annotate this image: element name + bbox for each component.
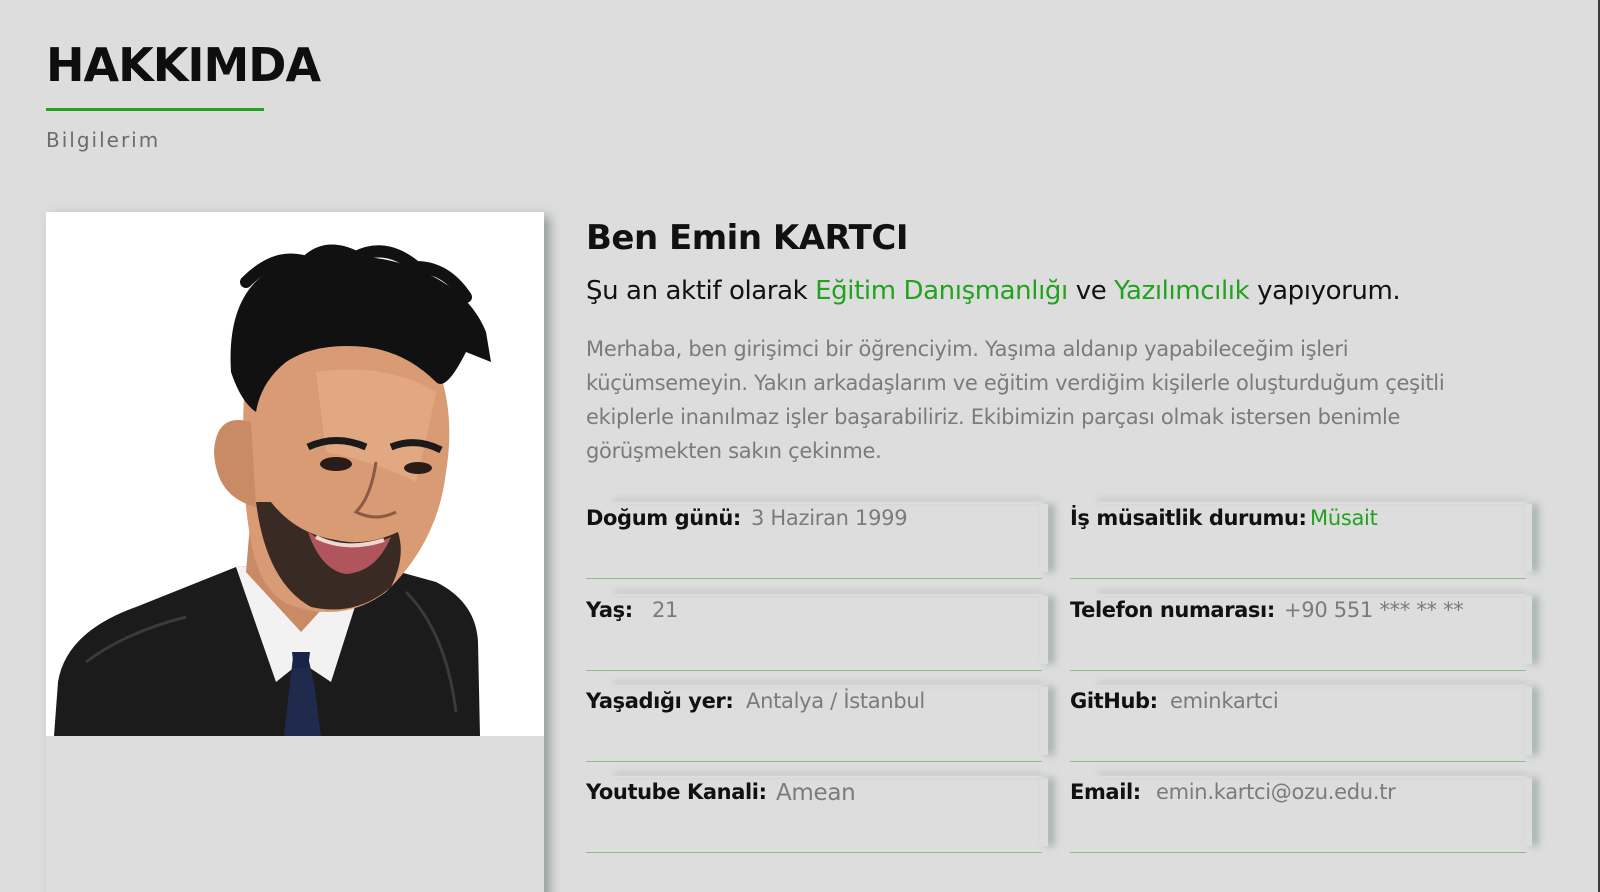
field-availability: İş müsaitlik durumu: Müsait <box>1070 502 1526 579</box>
field-phone: Telefon numarası: +90 551 *** ** ** <box>1070 594 1526 671</box>
tagline-highlight-consulting: Eğitim Danışmanlığı <box>815 276 1068 306</box>
section-subtitle: Bilgilerim <box>46 128 161 152</box>
field-value: Antalya / İstanbul <box>746 689 925 713</box>
avatar-illustration <box>46 212 544 736</box>
field-value: 3 Haziran 1999 <box>751 506 908 530</box>
field-label: Telefon numarası: <box>1070 598 1275 622</box>
field-age: Yaş: 21 <box>586 594 1042 671</box>
field-value: Müsait <box>1310 506 1378 530</box>
about-page: HAKKIMDA Bilgilerim Ben Emin KARTCI Şu a… <box>0 0 1600 892</box>
tagline-prefix: Şu an aktif olarak <box>586 276 816 306</box>
title-underline <box>46 108 264 111</box>
field-label: Email: <box>1070 780 1141 804</box>
field-value[interactable]: Amean <box>776 780 856 806</box>
field-label: GitHub: <box>1070 689 1158 713</box>
section-title: HAKKIMDA <box>46 38 321 92</box>
profile-bio: Merhaba, ben girişimci bir öğrenciyim. Y… <box>586 337 1445 463</box>
field-github: GitHub: eminkartci <box>1070 685 1526 762</box>
field-value[interactable]: emin.kartci@ozu.edu.tr <box>1156 780 1396 804</box>
field-value[interactable]: eminkartci <box>1170 689 1279 713</box>
field-label: Doğum günü: <box>586 506 741 530</box>
profile-photo <box>46 212 544 736</box>
field-label: Yaşadığı yer: <box>586 689 734 713</box>
tagline-suffix: yapıyorum. <box>1249 276 1401 306</box>
field-label: Youtube Kanali: <box>586 780 767 804</box>
profile-name: Ben Emin KARTCI <box>586 218 908 258</box>
tagline-highlight-software: Yazılımcılık <box>1114 276 1250 306</box>
field-label: İş müsaitlik durumu: <box>1070 506 1307 530</box>
field-birthday: Doğum günü: 3 Haziran 1999 <box>586 502 1042 579</box>
field-value: +90 551 *** ** ** <box>1284 598 1464 622</box>
field-email: Email: emin.kartci@ozu.edu.tr <box>1070 776 1526 853</box>
profile-tagline: Şu an aktif olarak Eğitim Danışmanlığı v… <box>586 276 1401 306</box>
tagline-middle: ve <box>1067 276 1115 306</box>
field-label: Yaş: <box>586 598 633 622</box>
field-location: Yaşadığı yer: Antalya / İstanbul <box>586 685 1042 762</box>
field-youtube: Youtube Kanali: Amean <box>586 776 1042 853</box>
profile-photo-card <box>46 212 544 892</box>
field-value: 21 <box>652 598 679 622</box>
